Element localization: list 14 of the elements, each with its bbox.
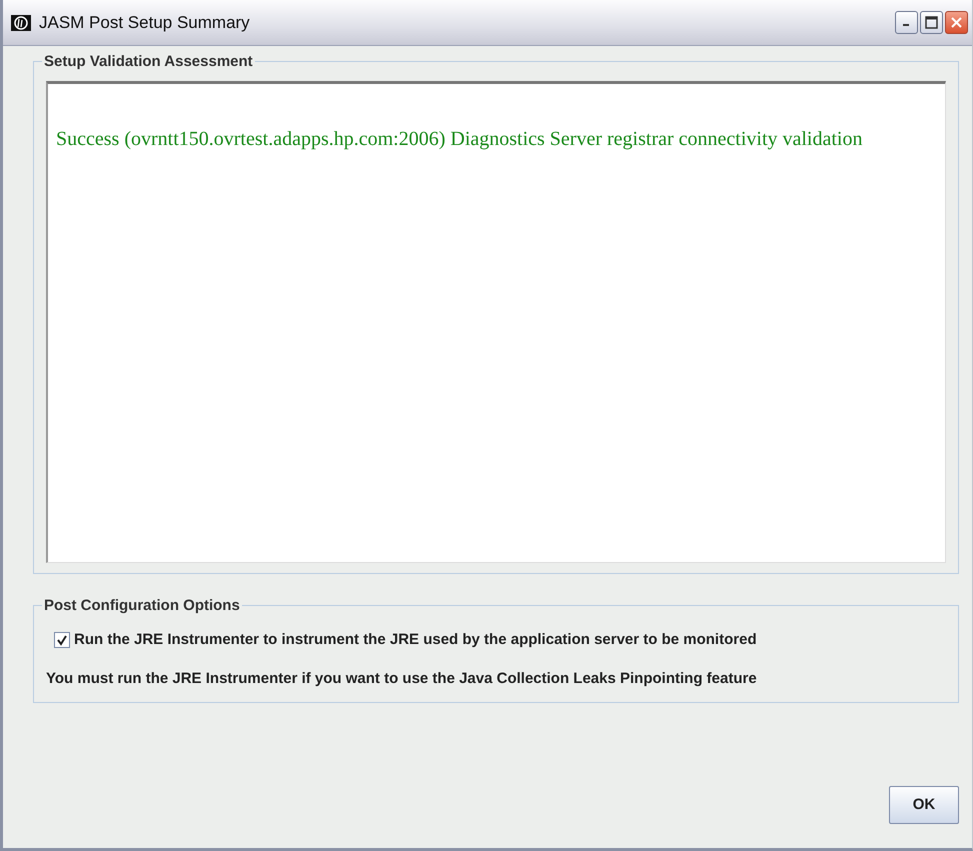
checkbox-label: Run the JRE Instrumenter to instrument the JRE used by the application server to be monitored — [74, 630, 757, 650]
minimize-button[interactable] — [895, 11, 918, 34]
group-title: Setup Validation Assessment — [43, 54, 254, 69]
checkbox[interactable] — [54, 632, 70, 648]
group-title: Post Configuration Options — [43, 598, 241, 613]
status-message: Success (ovrntt150.ovrtest.adapps.hp.com:2006) Diagnostics Server registrar connectivity validation — [56, 127, 864, 152]
ok-button[interactable]: OK — [889, 786, 959, 824]
maximize-button[interactable] — [920, 11, 943, 34]
logo-icon — [11, 14, 31, 30]
close-button[interactable] — [945, 11, 968, 34]
close-icon — [950, 16, 963, 29]
note-text: You must run the JRE Instrumenter if you want to use the Java Collection Leaks Pinpointing feature — [46, 668, 758, 688]
window-title: JASM Post Setup Summary — [39, 12, 251, 34]
maximize-icon — [925, 16, 938, 29]
